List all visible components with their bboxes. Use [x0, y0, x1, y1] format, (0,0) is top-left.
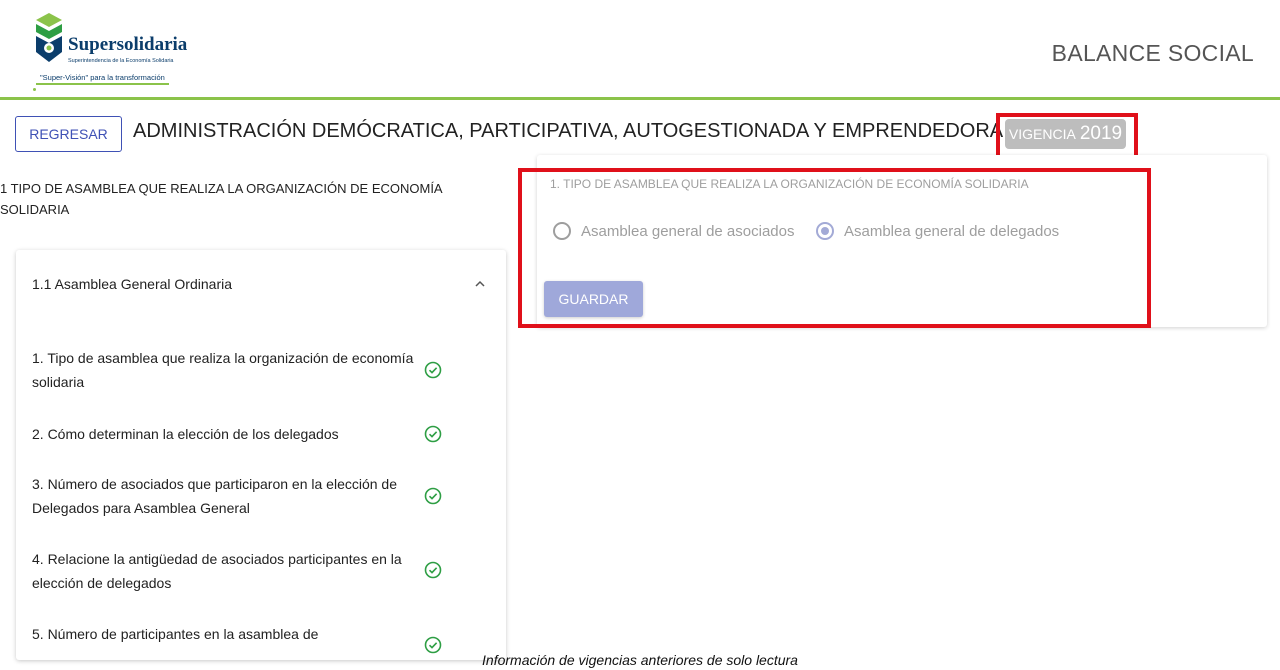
question-item-5[interactable]: 5. Número de participantes en la asamble…	[32, 622, 432, 646]
page-title: ADMINISTRACIÓN DEMÓCRATICA, PARTICIPATIV…	[133, 120, 1004, 142]
logo-title: Supersolidaria	[68, 34, 188, 55]
supersolidaria-logo[interactable]: Supersolidaria Superintendencia de la Ec…	[30, 10, 200, 92]
logo-emblem-icon	[36, 13, 62, 62]
app-title: BALANCE SOCIAL	[1051, 40, 1254, 66]
check-circle-icon	[424, 487, 442, 505]
back-button[interactable]: REGRESAR	[15, 116, 122, 152]
check-circle-icon	[424, 561, 442, 579]
section-accordion-header[interactable]: 1.1 Asamblea General Ordinaria	[16, 250, 506, 318]
check-circle-icon	[424, 361, 442, 379]
app-header: Supersolidaria Superintendencia de la Ec…	[0, 0, 1280, 100]
question-item-4[interactable]: 4. Relacione la antigüedad de asociados …	[32, 547, 432, 595]
logo-dot	[33, 88, 36, 91]
question-item-2[interactable]: 2. Cómo determinan la elección de los de…	[32, 422, 432, 446]
logo-tagline: "Super-Visión" para la transformación	[36, 72, 169, 85]
questions-panel: 1.1 Asamblea General Ordinaria 1. Tipo d…	[16, 250, 506, 660]
question-item-3[interactable]: 3. Número de asociados que participaron …	[32, 472, 432, 520]
section-heading: 1 TIPO DE ASAMBLEA QUE REALIZA LA ORGANI…	[0, 181, 442, 217]
check-circle-icon	[424, 425, 442, 443]
chevron-up-icon[interactable]	[474, 278, 486, 290]
section-title: 1.1 Asamblea General Ordinaria	[32, 276, 232, 292]
question-item-1[interactable]: 1. Tipo de asamblea que realiza la organ…	[32, 346, 432, 394]
figure-caption: Información de vigencias anteriores de s…	[482, 652, 798, 668]
form-highlight-box	[518, 168, 1151, 328]
vigencia-highlight-box	[996, 113, 1138, 160]
logo-subtitle: Superintendencia de la Economía Solidari…	[68, 58, 174, 64]
